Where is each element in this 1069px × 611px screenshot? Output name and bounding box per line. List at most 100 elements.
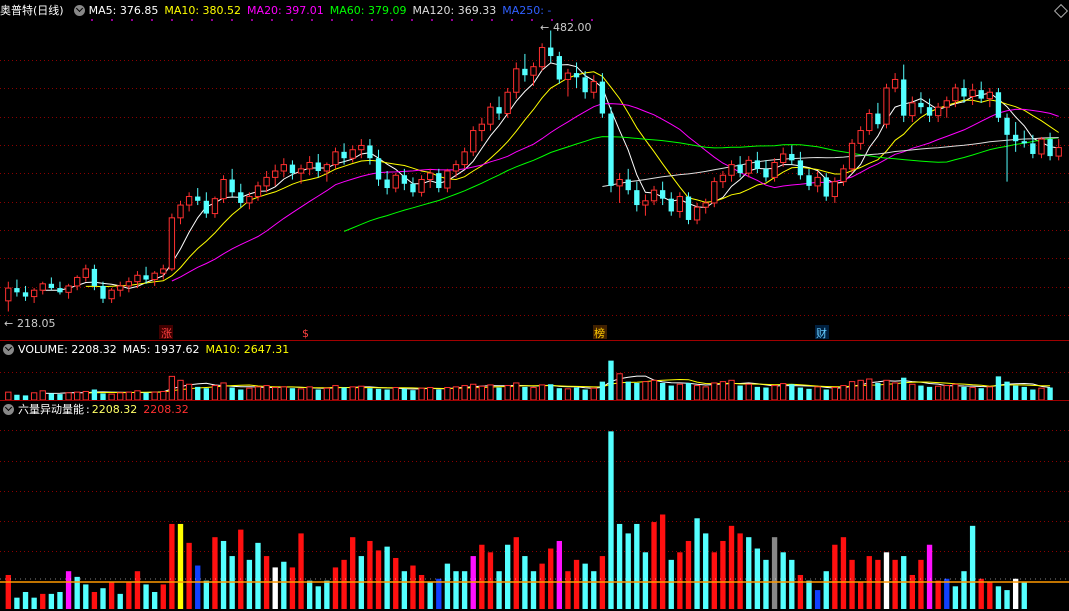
- indicator-bar: [616, 523, 623, 609]
- candle: [48, 277, 55, 291]
- indicator-bar: [177, 523, 184, 609]
- candle: [195, 188, 201, 206]
- stock-chart: ← 482.00 ← 218.05 涨 $ 榜 财: [0, 19, 1069, 609]
- indicator-bar: [823, 571, 829, 609]
- volume-bar: [676, 383, 684, 401]
- volume-bar: [203, 388, 209, 400]
- volume-bar: [100, 393, 106, 400]
- indicator-bar: [556, 540, 562, 609]
- candle-body: [530, 66, 537, 76]
- signal-dot: [431, 19, 433, 21]
- event-marker-dollar[interactable]: $: [302, 327, 309, 340]
- indicator-bar: [91, 591, 98, 609]
- candle-body: [220, 179, 227, 200]
- chevron-down-icon[interactable]: [73, 4, 85, 16]
- candle: [332, 147, 339, 169]
- indicator-bar: [384, 546, 390, 609]
- ma60-line: [343, 136, 1059, 232]
- candle-body: [650, 189, 658, 202]
- volume-bar: [789, 384, 795, 400]
- volume-bar: [745, 383, 752, 401]
- candle-body: [676, 196, 684, 212]
- volume-bar: [427, 387, 434, 401]
- candle-body: [5, 287, 12, 302]
- candle-body: [125, 281, 133, 287]
- indicator-value-2: 2208.32: [143, 402, 189, 416]
- volume-bar: [195, 386, 201, 400]
- candle-body: [470, 130, 477, 153]
- candle-body: [229, 179, 235, 193]
- volume-bar: [418, 387, 425, 401]
- candle-body: [151, 272, 158, 281]
- candle-body: [203, 200, 209, 214]
- volume-bar: [48, 393, 55, 400]
- signal-dot: [91, 19, 93, 21]
- volume-bar: [650, 379, 658, 401]
- event-marker-finance[interactable]: 财: [815, 325, 829, 340]
- indicator-bar: [711, 552, 717, 609]
- candle: [375, 149, 382, 186]
- signal-dot: [311, 19, 313, 21]
- candle-body: [297, 168, 305, 174]
- volume-bar: [496, 387, 502, 400]
- indicator-bar: [479, 544, 485, 609]
- volume-bar: [74, 391, 81, 401]
- chevron-down-icon[interactable]: [3, 403, 14, 415]
- candle: [410, 177, 416, 197]
- candle: [806, 168, 812, 191]
- candle: [599, 73, 606, 118]
- candle: [995, 87, 1002, 123]
- indicator-bar: [40, 593, 46, 609]
- volume-bar: [444, 387, 451, 401]
- indicator-bar: [427, 582, 433, 609]
- indicator-bar: [100, 588, 106, 609]
- candle: [848, 139, 856, 174]
- event-marker-rise[interactable]: 涨: [159, 325, 173, 340]
- volume-bar: [866, 378, 873, 401]
- candle: [272, 164, 279, 186]
- candle-body: [315, 162, 321, 171]
- volume-bar: [634, 382, 640, 400]
- candle-body: [625, 179, 631, 191]
- indicator-bar: [685, 540, 692, 609]
- candle: [203, 192, 209, 218]
- volume-bar: [263, 385, 270, 401]
- indicator-header: 六量异动量能 : 2208.32 2208.32: [0, 401, 195, 417]
- candle: [901, 64, 907, 123]
- candle: [14, 279, 20, 297]
- volume-bar: [108, 393, 115, 401]
- indicator-bar: [57, 591, 63, 609]
- chevron-down-icon[interactable]: [3, 343, 14, 355]
- candle-body: [754, 160, 761, 169]
- candle-body: [272, 170, 279, 178]
- signal-dot: [251, 19, 253, 21]
- event-marker-list[interactable]: 榜: [593, 325, 607, 340]
- candle-body: [745, 159, 752, 174]
- signal-dot: [291, 19, 293, 21]
- candle: [280, 158, 287, 178]
- indicator-bar: [858, 582, 864, 609]
- candlestick-series: [5, 30, 1062, 312]
- volume-bar: [522, 386, 528, 400]
- candle-body: [496, 107, 502, 114]
- indicator-bar: [350, 537, 356, 609]
- candle: [556, 51, 562, 84]
- volume-bar: [1021, 386, 1027, 400]
- volume-bar: [452, 386, 460, 401]
- volume-bar: [392, 387, 399, 401]
- indicator-bar: [289, 567, 296, 609]
- candle: [891, 73, 899, 93]
- candle: [1004, 113, 1010, 182]
- indicator-bar: [436, 578, 442, 609]
- volume-bar: [1030, 389, 1036, 400]
- candle-body: [211, 198, 219, 215]
- indicator-bar: [530, 571, 537, 609]
- candle: [702, 198, 709, 214]
- indicator-bar: [195, 565, 201, 609]
- volume-bar: [289, 388, 296, 400]
- volume-bar: [564, 388, 572, 401]
- candle-body: [238, 192, 244, 203]
- candle-body: [513, 68, 520, 93]
- volume-bar: [367, 388, 373, 400]
- volume-bar: [548, 384, 554, 400]
